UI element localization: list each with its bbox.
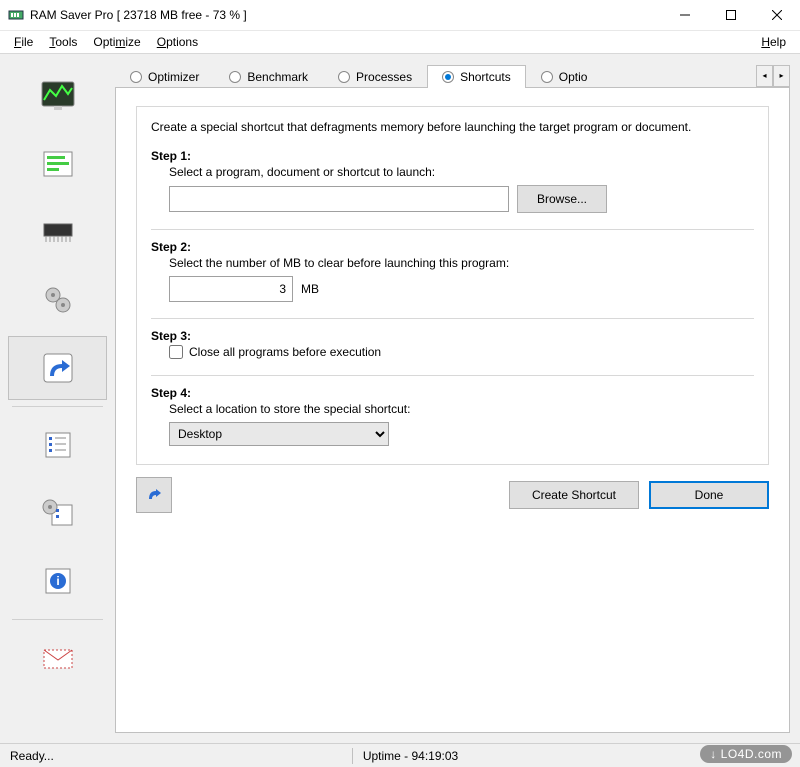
maximize-button[interactable] [708, 0, 754, 30]
tab-optimizer[interactable]: Optimizer [115, 65, 214, 88]
sidebar-optimizer-button[interactable] [8, 64, 107, 128]
tab-scroll-right[interactable]: ▸ [773, 65, 790, 87]
tab-label: Optio [559, 70, 588, 84]
info-icon: i [38, 561, 78, 601]
tab-benchmark[interactable]: Benchmark [214, 65, 323, 88]
step4-title: Step 4: [151, 386, 754, 400]
titlebar: RAM Saver Pro [ 23718 MB free - 73 % ] [0, 0, 800, 31]
create-shortcut-button[interactable]: Create Shortcut [509, 481, 639, 509]
checklist-icon [38, 425, 78, 465]
menu-optimize[interactable]: Optimize [85, 33, 148, 51]
sidebar-shortcuts-button[interactable] [8, 336, 107, 400]
window-title: RAM Saver Pro [ 23718 MB free - 73 % ] [30, 8, 662, 22]
sidebar: i [0, 54, 115, 743]
location-select[interactable]: Desktop [169, 422, 389, 446]
tab-label: Optimizer [148, 70, 199, 84]
mb-unit-label: MB [301, 282, 319, 296]
monitor-chart-icon [38, 76, 78, 116]
sidebar-processes-button[interactable] [8, 200, 107, 264]
sidebar-gear-check-button[interactable] [8, 481, 107, 545]
menubar: File Tools Optimize Options Help [0, 31, 800, 54]
create-shortcut-icon-button[interactable] [136, 477, 172, 513]
close-programs-label: Close all programs before execution [189, 345, 381, 359]
ram-chip-icon [38, 212, 78, 252]
step2-desc: Select the number of MB to clear before … [169, 256, 754, 270]
tab-scroll-left[interactable]: ◂ [756, 65, 773, 87]
tab-options[interactable]: Optio [526, 65, 603, 88]
watermark: LO4D.com [700, 745, 792, 763]
step2-title: Step 2: [151, 240, 754, 254]
browse-button[interactable]: Browse... [517, 185, 607, 213]
tab-processes[interactable]: Processes [323, 65, 427, 88]
shortcut-arrow-icon [38, 348, 78, 388]
tab-label: Processes [356, 70, 412, 84]
status-left: Ready... [10, 749, 342, 763]
minimize-button[interactable] [662, 0, 708, 30]
app-icon [8, 7, 24, 23]
program-path-input[interactable] [169, 186, 509, 212]
step1-title: Step 1: [151, 149, 754, 163]
close-programs-checkbox[interactable] [169, 345, 183, 359]
tab-label: Benchmark [247, 70, 308, 84]
step4-desc: Select a location to store the special s… [169, 402, 754, 416]
menu-help[interactable]: Help [753, 33, 794, 51]
mb-input[interactable] [169, 276, 293, 302]
step3-title: Step 3: [151, 329, 754, 343]
tab-strip: Optimizer Benchmark Processes Shortcuts … [115, 64, 790, 87]
tab-shortcuts[interactable]: Shortcuts [427, 65, 526, 88]
close-button[interactable] [754, 0, 800, 30]
intro-text: Create a special shortcut that defragmen… [151, 119, 754, 135]
menu-options[interactable]: Options [149, 33, 206, 51]
gear-checklist-icon [38, 493, 78, 533]
menu-tools[interactable]: Tools [41, 33, 85, 51]
shortcut-arrow-icon [144, 484, 164, 507]
sidebar-benchmark-button[interactable] [8, 132, 107, 196]
step1-desc: Select a program, document or shortcut t… [169, 165, 754, 179]
shortcuts-panel: Create a special shortcut that defragmen… [115, 87, 790, 733]
status-uptime: Uptime - 94:19:03 [363, 749, 458, 763]
sidebar-settings-button[interactable] [8, 268, 107, 332]
sidebar-tasks-button[interactable] [8, 413, 107, 477]
menu-file[interactable]: File [6, 33, 41, 51]
bars-list-icon [38, 144, 78, 184]
svg-text:i: i [56, 574, 59, 588]
tab-label: Shortcuts [460, 70, 511, 84]
envelope-icon [38, 638, 78, 678]
sidebar-mail-button[interactable] [8, 626, 107, 690]
gears-icon [38, 280, 78, 320]
sidebar-info-button[interactable]: i [8, 549, 107, 613]
statusbar: Ready... Uptime - 94:19:03 [0, 743, 800, 767]
done-button[interactable]: Done [649, 481, 769, 509]
